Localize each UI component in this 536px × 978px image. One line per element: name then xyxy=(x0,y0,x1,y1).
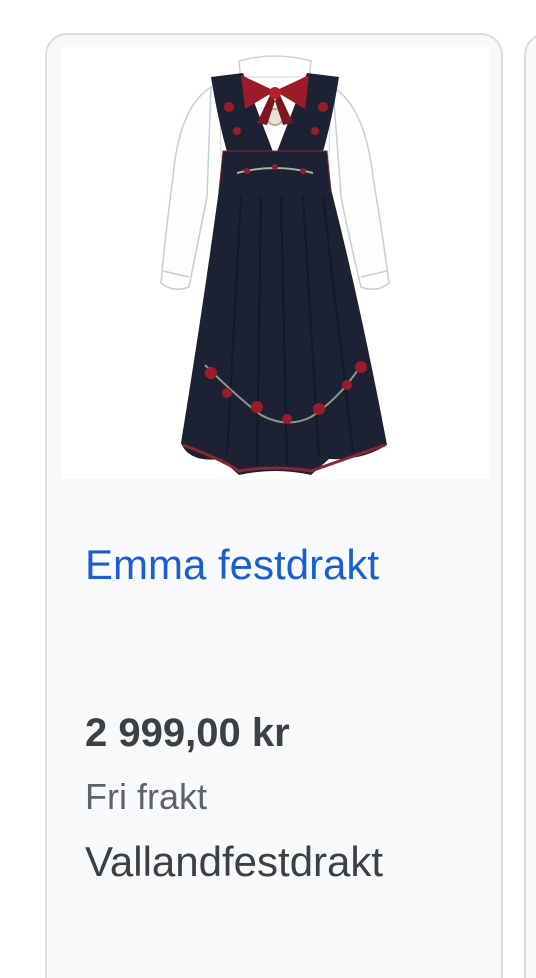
shopping-results-page: Emma festdrakt 2 999,00 kr Fri frakt Val… xyxy=(0,0,536,978)
product-card[interactable]: Emma festdrakt 2 999,00 kr Fri frakt Val… xyxy=(45,33,503,978)
product-price: 2 999,00 kr xyxy=(85,711,290,755)
product-image[interactable] xyxy=(61,47,489,479)
next-product-card[interactable] xyxy=(524,33,536,978)
product-title-link[interactable]: Emma festdrakt xyxy=(85,541,379,589)
seller-name: Vallandfestdrakt xyxy=(85,838,384,885)
dress-illustration xyxy=(160,55,390,475)
shipping-info: Fri frakt xyxy=(85,776,207,817)
